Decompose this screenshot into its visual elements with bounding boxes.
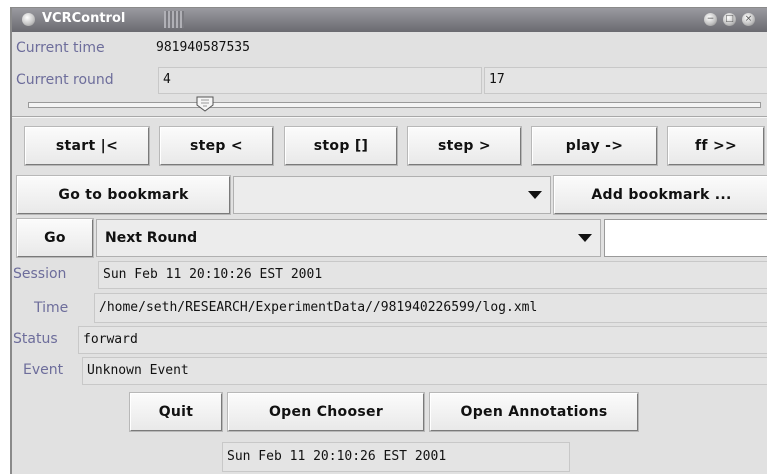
minimize-icon[interactable]: − xyxy=(704,13,717,26)
status-bar: Sun Feb 11 20:10:26 EST 2001 xyxy=(222,442,570,472)
window-menu-icon[interactable] xyxy=(22,13,35,26)
open-chooser-button[interactable]: Open Chooser xyxy=(228,393,424,431)
chevron-down-icon xyxy=(528,191,542,199)
maximize-icon[interactable]: □ xyxy=(723,13,736,26)
navigation-dropdown[interactable]: Next Round xyxy=(96,219,601,257)
current-round-value: 4 xyxy=(158,67,482,94)
bookmark-dropdown[interactable] xyxy=(233,176,551,214)
event-label: Event xyxy=(23,362,64,378)
time-value: /home/seth/RESEARCH/ExperimentData//9819… xyxy=(94,293,767,323)
stop-button[interactable]: stop [] xyxy=(285,127,397,165)
navigation-input[interactable] xyxy=(604,219,767,257)
fast-forward-button[interactable]: ff >> xyxy=(668,127,764,165)
close-icon[interactable]: × xyxy=(742,13,755,26)
go-button[interactable]: Go xyxy=(17,219,93,257)
round-slider-track[interactable] xyxy=(28,102,761,108)
open-annotations-button[interactable]: Open Annotations xyxy=(430,393,638,431)
navigation-dropdown-value: Next Round xyxy=(105,230,198,246)
add-bookmark-button[interactable]: Add bookmark ... xyxy=(554,176,767,214)
status-label: Status xyxy=(13,331,58,347)
play-button[interactable]: play -> xyxy=(532,127,657,165)
round-slider-thumb[interactable] xyxy=(196,96,214,112)
go-to-bookmark-button[interactable]: Go to bookmark xyxy=(17,176,230,214)
status-value: forward xyxy=(78,326,767,354)
vcrcontrol-window: VCRControl − □ × Current time 9819405875… xyxy=(10,7,767,474)
chevron-down-icon xyxy=(578,234,592,242)
quit-button[interactable]: Quit xyxy=(130,393,222,431)
session-label: Session xyxy=(13,266,67,282)
title-bar[interactable]: VCRControl − □ × xyxy=(12,8,767,32)
current-time-value: 981940587535 xyxy=(156,40,250,55)
current-round-label: Current round xyxy=(16,72,114,88)
start-button[interactable]: start |< xyxy=(25,127,149,165)
window-title: VCRControl xyxy=(42,11,126,26)
separator xyxy=(12,116,767,118)
event-value: Unknown Event xyxy=(82,357,767,385)
current-time-label: Current time xyxy=(16,40,105,56)
session-value: Sun Feb 11 20:10:26 EST 2001 xyxy=(98,261,767,289)
total-rounds-value: 17 xyxy=(484,67,767,94)
title-grip xyxy=(164,11,184,28)
step-forward-button[interactable]: step > xyxy=(408,127,521,165)
time-label: Time xyxy=(34,300,69,316)
step-back-button[interactable]: step < xyxy=(160,127,273,165)
